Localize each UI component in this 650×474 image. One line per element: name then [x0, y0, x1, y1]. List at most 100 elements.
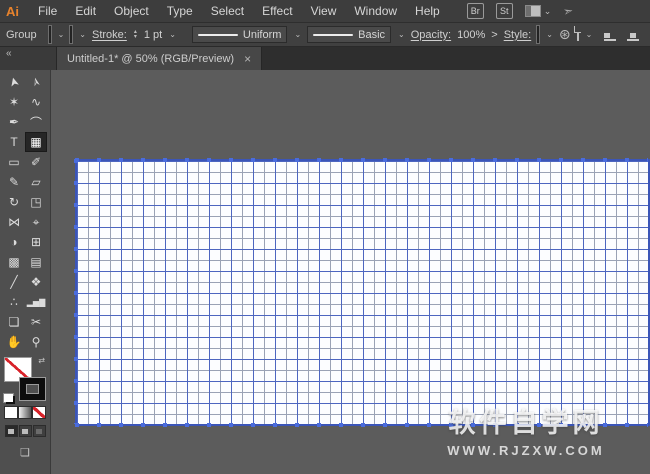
eyedropper-tool[interactable]: ╱: [3, 272, 25, 292]
stock-icon[interactable]: St: [495, 3, 513, 19]
chevron-down-icon[interactable]: ⌄: [79, 30, 86, 39]
style-swatch[interactable]: [537, 26, 540, 43]
chevron-down-icon[interactable]: ⌄: [586, 30, 593, 39]
bridge-icon[interactable]: Br: [466, 3, 484, 19]
chevron-down-icon: ⌄: [543, 5, 552, 16]
share-icon[interactable]: ➣: [562, 3, 575, 19]
illustrator-window: Ai File Edit Object Type Select Effect View Win…: [0, 0, 650, 474]
slice-tool[interactable]: ✂: [25, 312, 47, 332]
type-tool[interactable]: T: [3, 132, 25, 152]
document-tab-bar: « Untitled-1* @ 50% (RGB/Preview) ×: [0, 47, 650, 70]
default-fill-stroke-icon[interactable]: [4, 394, 13, 402]
chevron-down-icon[interactable]: ⌄: [58, 30, 65, 39]
column-graph-tool[interactable]: ▂▅▇: [25, 292, 47, 312]
eraser-tool[interactable]: ▱: [25, 172, 47, 192]
workspace-switcher-icon[interactable]: ⌄: [524, 5, 552, 17]
screen-mode-button[interactable]: ❏: [20, 446, 30, 459]
style-link[interactable]: Style:: [504, 29, 532, 41]
tools-grid: ➤ ➢ ✶ ∿ ✒ ⌒ T ▦ ▭ ✐ ✎ ▱ ↻ ◳ ⋈ ⌖ ◑ ⊞ ▩ ▤ ╱ ❖ ∴ ▂▅▇ ❏ ✂ ✋ ⚲: [3, 72, 47, 352]
artboard-tool[interactable]: ❏: [3, 312, 25, 332]
curvature-tool[interactable]: ⌒: [25, 112, 47, 132]
shape-builder-tool[interactable]: ◑: [3, 232, 25, 252]
stroke-weight-stepper[interactable]: ▴ ▾: [134, 29, 137, 40]
align-buttons: [604, 29, 650, 41]
main-area: ➤ ➢ ✶ ∿ ✒ ⌒ T ▦ ▭ ✐ ✎ ▱ ↻ ◳ ⋈ ⌖ ◑ ⊞ ▩ ▤ ╱ ❖ ∴ ▂▅▇ ❏ ✂ ✋ ⚲ ⇄ ❏: [0, 70, 650, 474]
collapse-icon: «: [6, 48, 12, 59]
menu-edit[interactable]: Edit: [66, 4, 105, 18]
align-left-icon[interactable]: [604, 29, 617, 41]
scale-tool[interactable]: ◳: [25, 192, 47, 212]
rectangular-grid-tool[interactable]: ▦: [25, 132, 47, 152]
align-center-icon[interactable]: [627, 29, 640, 41]
width-profile-value: Uniform: [242, 28, 282, 41]
shaper-tool[interactable]: ✎: [3, 172, 25, 192]
opacity-value[interactable]: 100%: [457, 29, 485, 41]
menu-type[interactable]: Type: [158, 4, 202, 18]
document-tab[interactable]: Untitled-1* @ 50% (RGB/Preview) ×: [57, 47, 263, 70]
stroke-swatch-black[interactable]: [20, 378, 45, 400]
stroke-color-swatch[interactable]: [70, 26, 73, 43]
rectangular-grid-object[interactable]: [74, 158, 650, 427]
fill-stroke-indicator: ⇄: [4, 356, 45, 402]
menu-object[interactable]: Object: [105, 4, 158, 18]
menu-select[interactable]: Select: [202, 4, 253, 18]
overflow-chevron[interactable]: >: [491, 29, 497, 41]
menu-effect[interactable]: Effect: [253, 4, 301, 18]
chevron-down-icon[interactable]: ⌄: [398, 30, 405, 39]
anchor-points-top: [75, 158, 648, 162]
workspace-layout-icon: [524, 5, 541, 17]
selection-type-label: Group: [6, 28, 37, 41]
document-tab-title: Untitled-1* @ 50% (RGB/Preview): [67, 52, 235, 65]
stroke-weight-value[interactable]: 1 pt: [144, 29, 162, 41]
pen-tool[interactable]: ✒: [3, 112, 25, 132]
drawing-mode-buttons: [4, 425, 46, 437]
swap-fill-stroke-icon[interactable]: ⇄: [38, 356, 45, 365]
puppet-warp-tool[interactable]: ⌖: [25, 212, 47, 232]
canvas-area[interactable]: 软件自学网 WWW.RJZXW.COM: [51, 70, 650, 474]
chevron-down-icon[interactable]: ⌄: [546, 30, 553, 39]
fill-color-swatch[interactable]: [48, 26, 51, 43]
perspective-grid-tool[interactable]: ⊞: [25, 232, 47, 252]
width-profile-dropdown[interactable]: Uniform: [191, 26, 288, 43]
stepper-down-icon[interactable]: ▾: [134, 34, 137, 40]
brush-line-sample: [313, 33, 354, 36]
rectangle-tool[interactable]: ▭: [3, 152, 25, 172]
menu-help[interactable]: Help: [406, 4, 449, 18]
rotate-tool[interactable]: ↻: [3, 192, 25, 212]
zoom-tool[interactable]: ⚲: [25, 332, 47, 352]
mesh-tool[interactable]: ▩: [3, 252, 25, 272]
close-icon[interactable]: ×: [244, 53, 251, 65]
menu-right-icons: Br St ⌄ ➣: [466, 3, 575, 19]
none-button[interactable]: [33, 407, 45, 418]
chevron-down-icon[interactable]: ⌄: [169, 30, 176, 39]
hand-tool[interactable]: ✋: [3, 332, 25, 352]
document-setup-icon[interactable]: [573, 26, 581, 41]
draw-behind-button[interactable]: [18, 425, 32, 437]
anchor-points-bottom: [75, 423, 648, 427]
chevron-down-icon[interactable]: ⌄: [294, 30, 301, 39]
color-type-buttons: [5, 407, 45, 418]
opacity-link[interactable]: Opacity:: [411, 29, 451, 41]
control-bar: Group ⌄ ⌄ Stroke: ▴ ▾ 1 pt ⌄ Uniform ⌄ B…: [0, 23, 650, 47]
color-button[interactable]: [5, 407, 17, 418]
menu-view[interactable]: View: [302, 4, 346, 18]
menu-items: File Edit Object Type Select Effect View Window…: [29, 4, 449, 18]
gradient-tool[interactable]: ▤: [25, 252, 47, 272]
profile-line-sample: [197, 33, 238, 36]
width-tool[interactable]: ⋈: [3, 212, 25, 232]
gradient-button[interactable]: [19, 407, 31, 418]
menu-file[interactable]: File: [29, 4, 66, 18]
symbol-sprayer-tool[interactable]: ∴: [3, 292, 25, 312]
draw-inside-button[interactable]: [32, 425, 46, 437]
app-logo[interactable]: Ai: [0, 4, 29, 19]
blend-tool[interactable]: ❖: [25, 272, 47, 292]
stroke-panel-link[interactable]: Stroke:: [92, 29, 127, 41]
menu-window[interactable]: Window: [345, 4, 406, 18]
paintbrush-tool[interactable]: ✐: [25, 152, 47, 172]
draw-normal-button[interactable]: [4, 425, 18, 437]
tools-panel-collapse-button[interactable]: «: [0, 47, 57, 70]
brush-dropdown[interactable]: Basic: [307, 26, 392, 43]
watermark-text-url: WWW.RJZXW.COM: [447, 443, 605, 458]
brush-value: Basic: [358, 28, 386, 41]
recolor-artwork-icon[interactable]: ⊛: [559, 26, 571, 43]
